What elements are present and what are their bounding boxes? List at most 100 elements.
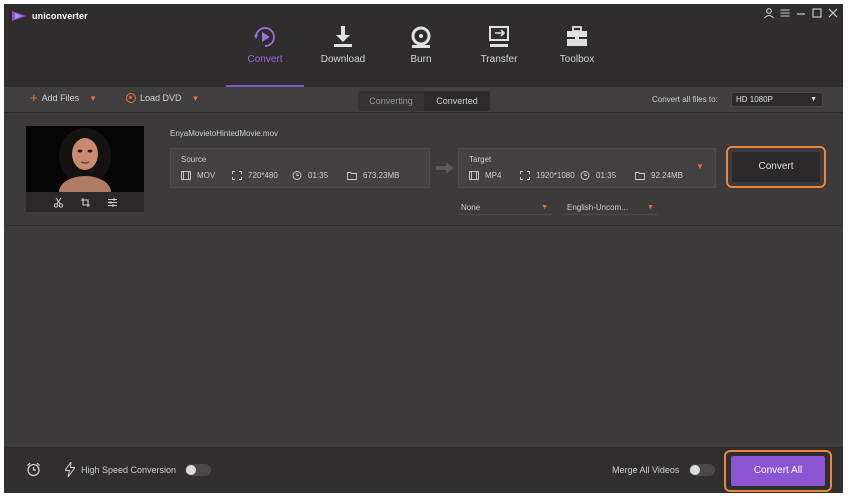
download-icon — [334, 26, 352, 47]
merge-all-videos-toggle[interactable] — [689, 464, 715, 476]
target-duration-value: 01:35 — [596, 171, 617, 180]
convert-button-label: Convert — [732, 152, 820, 182]
bottom-bar: High Speed Conversion Merge All Videos C… — [4, 447, 843, 493]
source-format: MOV — [181, 171, 232, 180]
convert-button[interactable]: Convert — [726, 146, 826, 188]
file-item: EnyaMovietoHintedMovie.mov Source MOV 72… — [4, 114, 843, 226]
resolution-icon — [520, 171, 530, 180]
source-format-value: MOV — [197, 171, 216, 180]
tab-burn[interactable]: Burn — [382, 22, 460, 84]
app-title: uniconverter — [32, 11, 88, 21]
target-format: MP4 — [469, 171, 520, 180]
thumbnail-image — [26, 126, 144, 192]
video-thumbnail[interactable] — [26, 126, 144, 212]
output-preset-select[interactable]: HD 1080P ▼ — [731, 92, 823, 107]
target-size-value: 92.24MB — [651, 171, 684, 180]
file-name: EnyaMovietoHintedMovie.mov — [170, 129, 279, 138]
chevron-down-icon: ▼ — [647, 204, 654, 211]
clock-icon — [580, 171, 590, 180]
toolbox-icon — [567, 26, 587, 46]
video-frame — [26, 126, 144, 192]
resolution-icon — [232, 171, 242, 180]
minimize-icon[interactable] — [795, 7, 807, 19]
toolbar: + Add Files ▼ Load DVD ▼ Converting Conv… — [4, 87, 843, 113]
close-icon[interactable] — [827, 7, 839, 19]
source-size-value: 673.23MB — [363, 171, 400, 180]
tab-download[interactable]: Download — [304, 22, 382, 84]
merge-all-videos-label: Merge All Videos — [612, 465, 680, 475]
preset-value: HD 1080P — [736, 95, 773, 104]
convert-all-label: Convert All — [731, 456, 825, 486]
source-resolution: 720*480 — [232, 171, 292, 180]
top-bar: uniconverter Convert Download Burn Trans… — [4, 4, 843, 87]
target-title: Target — [469, 155, 492, 164]
account-icon[interactable] — [763, 7, 775, 19]
source-details: MOV 720*480 01:35 673.23MB — [181, 171, 399, 180]
tab-label: Download — [320, 54, 366, 65]
source-size: 673.23MB — [347, 171, 399, 180]
convert-all-files-to-label: Convert all files to: — [652, 95, 718, 104]
convert-icon — [254, 27, 275, 47]
source-info: Source MOV 720*480 01:35 673.23MB — [170, 148, 430, 188]
chevron-down-icon: ▼ — [541, 204, 548, 211]
target-size: 92.24MB — [635, 171, 683, 180]
high-speed-conversion-label: High Speed Conversion — [81, 465, 177, 475]
chevron-down-icon[interactable]: ▼ — [192, 94, 200, 103]
tab-label: Burn — [410, 54, 432, 65]
target-duration: 01:35 — [580, 171, 635, 180]
arrow-right-icon — [436, 162, 454, 174]
convert-all-button[interactable]: Convert All — [724, 450, 832, 492]
source-duration-value: 01:35 — [308, 171, 329, 180]
transfer-icon — [489, 26, 509, 47]
crop-icon[interactable] — [80, 197, 91, 208]
tab-label: Convert — [247, 54, 283, 65]
video-format-icon — [181, 171, 191, 180]
target-format-dropdown-icon[interactable]: ▼ — [696, 162, 704, 171]
menu-icon[interactable] — [779, 7, 791, 19]
load-dvd-button[interactable]: Load DVD ▼ — [126, 93, 199, 103]
effects-icon[interactable] — [107, 197, 118, 208]
audio-track-value: English-Uncom... — [567, 203, 628, 212]
app-window: uniconverter Convert Download Burn Trans… — [4, 4, 843, 493]
source-title: Source — [181, 155, 207, 164]
high-speed-conversion-toggle[interactable] — [185, 464, 211, 476]
target-resolution: 1920*1080 — [520, 171, 580, 180]
target-details: MP4 1920*1080 01:35 92.24MB — [469, 171, 683, 180]
dvd-icon — [126, 93, 136, 103]
target-format-value: MP4 — [485, 171, 502, 180]
load-dvd-label: Load DVD — [140, 93, 182, 103]
chevron-down-icon[interactable]: ▼ — [89, 94, 97, 103]
tab-converted[interactable]: Converted — [424, 91, 490, 111]
alarm-clock-icon[interactable] — [26, 462, 41, 477]
burn-icon — [411, 26, 431, 48]
cut-icon[interactable] — [53, 197, 64, 208]
tab-converting[interactable]: Converting — [358, 91, 424, 111]
video-format-icon — [469, 171, 479, 180]
tab-label: Transfer — [480, 54, 518, 65]
source-duration: 01:35 — [292, 171, 347, 180]
source-resolution-value: 720*480 — [248, 171, 278, 180]
subtitle-select[interactable]: None ▼ — [458, 200, 552, 215]
chevron-down-icon: ▼ — [810, 96, 817, 103]
logo-icon — [12, 11, 26, 21]
conversion-tabs: Converting Converted — [358, 91, 490, 111]
target-resolution-value: 1920*1080 — [536, 171, 575, 180]
folder-icon — [347, 172, 357, 180]
target-info[interactable]: Target MP4 1920*1080 01:35 92.24MB — [458, 148, 716, 188]
lightning-icon — [65, 462, 75, 477]
subtitle-value: None — [461, 203, 481, 212]
audio-track-select[interactable]: English-Uncom... ▼ — [564, 200, 658, 215]
app-logo: uniconverter — [12, 11, 88, 21]
folder-icon — [635, 172, 645, 180]
tab-label: Toolbox — [559, 54, 595, 65]
add-files-button[interactable]: + Add Files ▼ — [30, 90, 97, 105]
thumbnail-tools — [26, 192, 144, 212]
plus-icon: + — [30, 90, 38, 105]
main-nav: Convert Download Burn Transfer Toolbox — [226, 22, 616, 87]
add-files-label: Add Files — [41, 93, 80, 103]
tab-transfer[interactable]: Transfer — [460, 22, 538, 84]
clock-icon — [292, 171, 302, 180]
tab-convert[interactable]: Convert — [226, 22, 304, 87]
tab-toolbox[interactable]: Toolbox — [538, 22, 616, 84]
maximize-icon[interactable] — [811, 7, 823, 19]
